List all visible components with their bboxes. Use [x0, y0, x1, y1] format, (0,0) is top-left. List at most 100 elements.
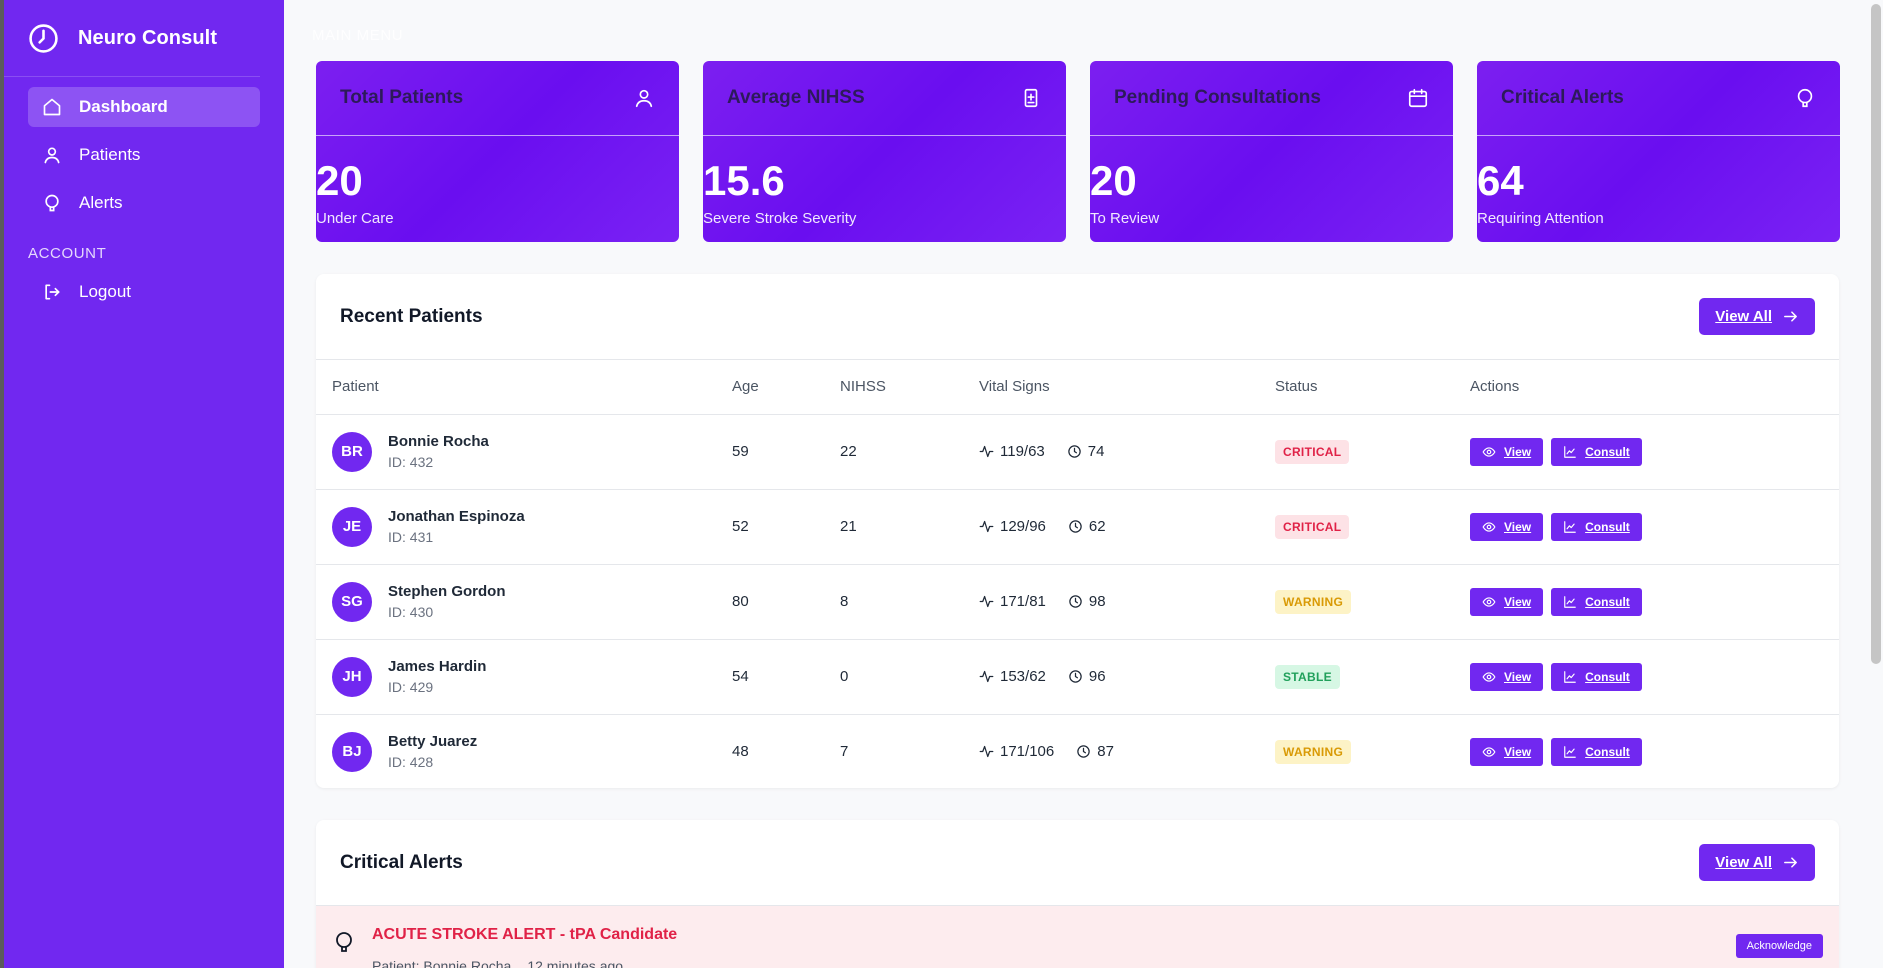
- alert-item[interactable]: ACUTE STROKE ALERT - tPA Candidate Patie…: [316, 906, 1839, 968]
- button-label: View: [1504, 744, 1532, 759]
- brand-name: Neuro Consult: [78, 26, 218, 49]
- stat-subtitle: To Review: [1090, 210, 1160, 227]
- avatar: JH: [332, 656, 372, 697]
- actions-cell: View Consult: [1470, 564, 1839, 640]
- age-cell: 59: [732, 414, 840, 490]
- blood-pressure: 171/81: [1000, 593, 1046, 610]
- activity-icon: [979, 520, 994, 533]
- column-header: Status: [1275, 360, 1470, 415]
- clock-icon: [1077, 745, 1090, 758]
- button-label: View: [1504, 519, 1532, 534]
- status-cell: CRITICAL: [1275, 414, 1470, 490]
- vitals-cell: 129/96 62: [979, 489, 1275, 565]
- activity-icon: [979, 670, 994, 683]
- consult-button[interactable]: Consult: [1551, 512, 1642, 541]
- activity-icon: [979, 746, 994, 758]
- arrow-right-icon: [1784, 311, 1797, 322]
- actions-cell: View Consult: [1470, 489, 1839, 565]
- sidebar-item-label: Alerts: [79, 193, 123, 212]
- chart-icon: [1564, 520, 1576, 533]
- view-button[interactable]: View: [1470, 662, 1544, 691]
- actions-cell: View Consult: [1470, 414, 1839, 490]
- stat-card-critical-alerts: Critical Alerts 64 Requiring Attention: [1477, 61, 1840, 242]
- consult-button[interactable]: Consult: [1551, 437, 1642, 466]
- sidebar-item-logout[interactable]: Logout: [28, 272, 260, 312]
- patient-id: ID: 431: [388, 529, 434, 545]
- stat-subtitle: Under Care: [316, 210, 394, 227]
- patient-cell: BR Bonnie Rocha ID: 432: [316, 414, 732, 490]
- blood-pressure: 129/96: [1000, 518, 1046, 535]
- stat-title: Average NIHSS: [727, 87, 865, 108]
- patient-id: ID: 430: [388, 604, 434, 620]
- sidebar-item-patients[interactable]: Patients: [28, 135, 260, 175]
- sidebar: Neuro Consult MAIN MENU Dashboard Patien…: [0, 0, 403, 968]
- vitals-cell: 171/106 87: [979, 714, 1275, 789]
- scrollbar[interactable]: [1871, 4, 1881, 664]
- view-button[interactable]: View: [1470, 587, 1544, 616]
- status-badge: WARNING: [1275, 589, 1352, 614]
- chart-icon: [1564, 745, 1576, 758]
- patient-name: Bonnie Rocha: [388, 433, 489, 450]
- stat-subtitle: Requiring Attention: [1477, 210, 1604, 227]
- brand[interactable]: Neuro Consult: [4, 0, 260, 77]
- chart-icon: [1564, 670, 1576, 683]
- activity-icon: [979, 595, 994, 608]
- patient-name: Betty Juarez: [388, 733, 478, 751]
- table-row: SG Stephen Gordon ID: 430 80 8 171/81 98…: [316, 564, 1839, 640]
- stats-row: Total Patients 20 Under Care Average NIH…: [316, 61, 1840, 242]
- heart-rate: 62: [1088, 518, 1106, 535]
- column-header: Age: [732, 360, 840, 415]
- age-cell: 80: [732, 564, 840, 640]
- age-cell: 54: [732, 639, 840, 715]
- column-header: Patient: [316, 360, 732, 415]
- stat-card-average-nihss: Average NIHSS 15.6 Severe Stroke Severit…: [703, 61, 1066, 242]
- stat-title: Critical Alerts: [1501, 87, 1624, 108]
- alert-patient: Patient: Bonnie Rocha: [372, 958, 512, 968]
- vitals-cell: 171/81 98: [979, 564, 1275, 640]
- consult-button[interactable]: Consult: [1551, 737, 1642, 766]
- sidebar-item-label: Patients: [79, 145, 141, 164]
- stat-title: Total Patients: [340, 87, 464, 108]
- home-icon: [43, 98, 61, 116]
- view-button[interactable]: View: [1470, 437, 1544, 466]
- status-cell: WARNING: [1275, 714, 1470, 789]
- clock-icon: [29, 23, 58, 53]
- blood-pressure: 171/106: [1000, 743, 1055, 761]
- view-button[interactable]: View: [1470, 737, 1544, 766]
- patient-name: James Hardin: [388, 658, 487, 675]
- sidebar-item-alerts[interactable]: Alerts: [28, 183, 260, 223]
- stat-card-pending-consultations: Pending Consultations 20 To Review: [1090, 61, 1453, 242]
- status-cell: WARNING: [1275, 564, 1470, 640]
- calendar-icon: [1408, 88, 1428, 108]
- patient-id: ID: 429: [388, 679, 434, 695]
- clock-icon: [1068, 445, 1081, 458]
- eye-icon: [1482, 446, 1496, 457]
- consult-button[interactable]: Consult: [1551, 587, 1642, 616]
- view-all-alerts-button[interactable]: View All: [1699, 844, 1815, 881]
- patient-name: Stephen Gordon: [388, 583, 506, 600]
- sidebar-item-label: Logout: [79, 282, 131, 301]
- column-header: Vital Signs: [979, 360, 1275, 415]
- stat-value: 15.6: [703, 157, 785, 204]
- nihss-cell: 21: [840, 489, 979, 565]
- avatar: BR: [332, 431, 372, 472]
- bell-icon: [45, 194, 59, 212]
- view-all-patients-button[interactable]: View All: [1699, 298, 1815, 335]
- activity-icon: [979, 445, 994, 458]
- main-content: Total Patients 20 Under Care Average NIH…: [284, 0, 1883, 968]
- button-label: Consult: [1585, 744, 1630, 759]
- arrow-right-icon: [1784, 857, 1797, 868]
- consult-button[interactable]: Consult: [1551, 662, 1642, 691]
- vitals-cell: 153/62 96: [979, 639, 1275, 715]
- view-button[interactable]: View: [1470, 512, 1544, 541]
- patient-cell: JE Jonathan Espinoza ID: 431: [316, 489, 732, 565]
- sidebar-item-dashboard[interactable]: Dashboard: [28, 87, 260, 127]
- column-header: NIHSS: [840, 360, 979, 415]
- patient-id: ID: 432: [388, 454, 434, 470]
- patient-cell: JH James Hardin ID: 429: [316, 639, 732, 715]
- stat-value: 64: [1477, 157, 1524, 204]
- acknowledge-button[interactable]: Acknowledge: [1735, 934, 1823, 958]
- chart-icon: [1564, 595, 1576, 608]
- actions-cell: View Consult: [1470, 639, 1839, 715]
- panel-title: Recent Patients: [340, 305, 483, 327]
